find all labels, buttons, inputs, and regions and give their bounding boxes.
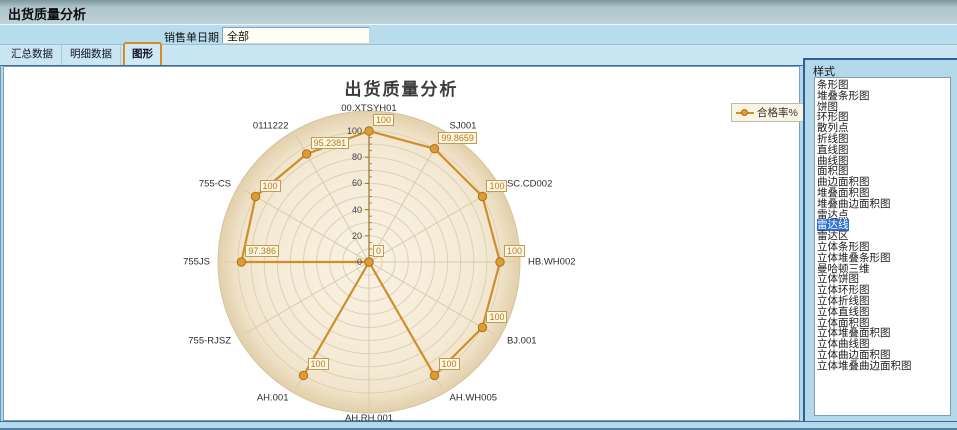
axis-tick-label: 80 [352,152,362,162]
data-point [496,258,504,266]
app-window: 出货质量分析 销售单日期 汇总数据明细数据图形 出货质量分析 合格率% 0 20 4… [0,0,957,430]
category-label: SC.CD002 [507,178,552,189]
data-point [302,150,310,158]
value-label: 0 [373,245,384,257]
tab-1[interactable]: 明细数据 [62,43,121,65]
category-label: SJ001 [450,121,477,132]
radar-svg [4,67,799,420]
data-point [478,192,486,200]
value-label: 100 [486,311,507,323]
filter-bar: 销售单日期 [0,24,957,44]
category-label: 755-CS [199,178,231,189]
value-label: 95.2381 [311,137,350,149]
category-label: AH.001 [257,392,289,403]
value-label: 100 [373,114,394,126]
chart-title: 出货质量分析 [4,75,799,100]
data-point [251,192,259,200]
page-title: 出货质量分析 [8,4,86,23]
sales-date-input[interactable] [222,27,370,44]
axis-tick-label: 60 [352,178,362,188]
value-label: 100 [504,245,525,257]
axis-tick-label: 40 [352,205,362,215]
data-point [430,145,438,153]
data-point [299,371,307,379]
data-point [430,371,438,379]
tab-0[interactable]: 汇总数据 [3,43,62,65]
value-label: 100 [260,180,281,192]
style-list-item[interactable]: 立体堆叠曲边面积图 [817,361,950,372]
bottom-strip [0,421,957,430]
window-header: 出货质量分析 [0,0,957,24]
value-label: 99.8659 [438,132,477,144]
tab-2[interactable]: 图形 [123,42,162,65]
style-panel: 样式 条形图堆叠条形图饼图环形图散列点折线图直线图曲线图面积图曲边面积图堆叠面积… [803,58,957,422]
chart-style-listbox[interactable]: 条形图堆叠条形图饼图环形图散列点折线图直线图曲线图面积图曲边面积图堆叠面积图堆叠… [814,77,951,416]
sales-date-label: 销售单日期 [164,29,219,45]
legend-series-label: 合格率% [757,105,798,120]
category-label: 755-RJSZ [188,335,231,346]
data-point [478,323,486,331]
value-label: 97.386 [245,245,279,257]
axis-tick-label: 0 [357,257,362,267]
value-label: 100 [486,180,507,192]
value-label: 100 [439,358,460,370]
data-point [237,258,245,266]
value-label: 100 [308,358,329,370]
category-label: 00.XTSYH01 [341,103,396,114]
chart-panel: 出货质量分析 合格率% 02040608010000.XTSYH01SJ001S… [3,66,800,421]
chart-legend: 合格率% [731,103,805,122]
radar-chart: 出货质量分析 合格率% 02040608010000.XTSYH01SJ001S… [4,67,799,420]
category-label: 755JS [183,257,210,268]
axis-tick-label: 100 [347,126,362,136]
category-label: AH.WH005 [450,392,498,403]
legend-line-marker-icon [736,108,754,117]
category-label: BJ.001 [507,335,537,346]
axis-tick-label: 20 [352,231,362,241]
data-point [365,127,373,135]
category-label: 0111222 [253,121,289,132]
data-point [365,258,373,266]
category-label: HB.WH002 [528,257,576,268]
